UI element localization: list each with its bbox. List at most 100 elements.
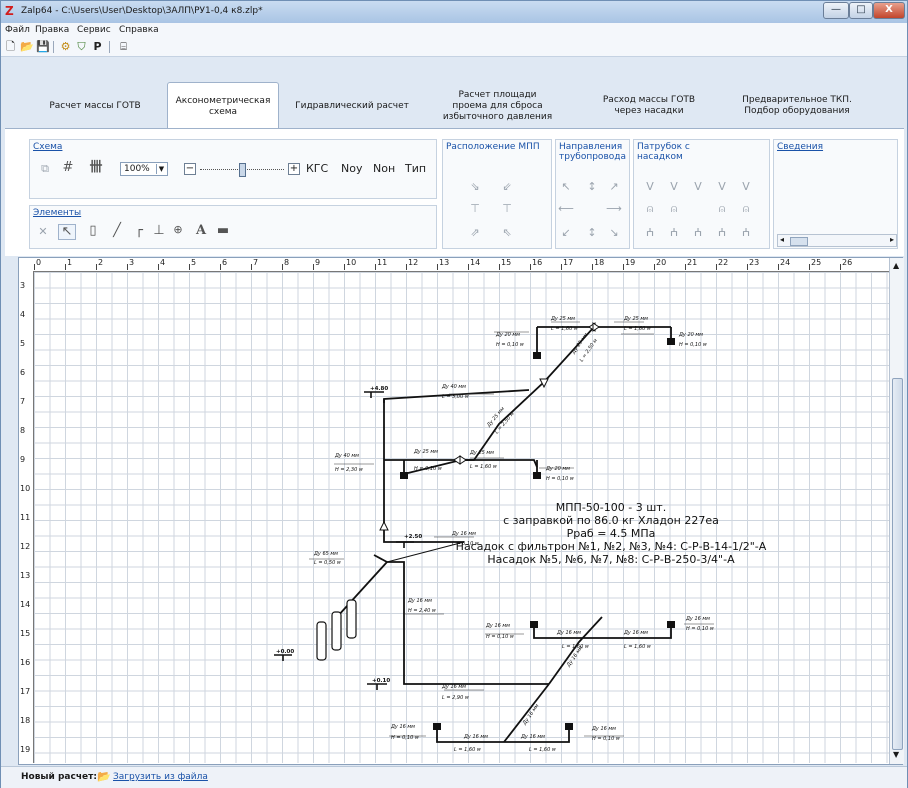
calc-icon[interactable]: ⚙: [59, 40, 72, 53]
arrow-down-icon[interactable]: ▼: [893, 750, 899, 759]
grid-icon[interactable]: #: [60, 161, 76, 175]
shield-icon[interactable]: ⛉: [75, 40, 88, 53]
info-scrollbar[interactable]: ◂ ▸: [777, 234, 897, 247]
mpp-down-right-icon[interactable]: ⊤: [499, 202, 515, 216]
save-icon[interactable]: 💾: [36, 40, 50, 53]
text-tool-icon[interactable]: A: [194, 224, 208, 238]
mpp-right-icon[interactable]: ⇙: [499, 180, 515, 194]
dir-nw-icon[interactable]: ↖: [558, 180, 574, 194]
svg-text:Ду 16 мм: Ду 16 мм: [591, 726, 616, 732]
menu-service[interactable]: Сервис: [77, 25, 111, 35]
level-label-low: +0.10: [372, 678, 390, 684]
group-elements-label[interactable]: Элементы: [33, 208, 81, 218]
dir-up-icon[interactable]: ↕: [584, 180, 600, 194]
nozzle-6-icon[interactable]: ⍝: [642, 202, 658, 216]
dir-down-icon[interactable]: ↕: [584, 226, 600, 240]
nozzle-7-icon[interactable]: ⍝: [666, 202, 682, 216]
group-mpp-location-label[interactable]: Расположение МПП: [446, 142, 551, 152]
svg-text:L = 1,60 м: L = 1,60 м: [454, 747, 481, 753]
svg-text:Ду 16 мм: Ду 16 мм: [407, 598, 432, 604]
nozzle-2-icon[interactable]: ⴸ: [666, 180, 682, 194]
ruler-h-tick: [127, 264, 128, 270]
info-scroll-thumb[interactable]: [790, 237, 808, 246]
title-bar: Z Zalp64 - C:\Users\User\Desktop\ЗАЛП\РУ…: [1, 1, 907, 23]
open-folder-icon[interactable]: 📂: [20, 40, 34, 53]
nozzle-1-icon[interactable]: ⴸ: [642, 180, 658, 194]
tab-gotv-mass[interactable]: Расчет массы ГОТВ: [35, 84, 155, 128]
dir-left-icon[interactable]: ⟵: [558, 202, 574, 216]
zoom-slider-thumb[interactable]: [239, 163, 246, 177]
nozzle-3-icon[interactable]: ⴸ: [690, 180, 706, 194]
mpp-diag-left-icon[interactable]: ⇗: [467, 226, 483, 240]
mpp-diag-right-icon[interactable]: ⇖: [499, 226, 515, 240]
open-folder-icon[interactable]: 📂: [97, 770, 111, 783]
ruler-h-tick: [840, 264, 841, 270]
zoom-out-button[interactable]: −: [184, 163, 196, 175]
ruler-v-label: 13: [20, 571, 31, 580]
group-schema: Схема ⧉ # 卌 100% ▼ − + КГС Nоу Nон Тип: [29, 139, 437, 199]
level-mark-icon[interactable]: ⊥: [152, 224, 166, 238]
elevation-icon[interactable]: ⊕: [170, 223, 186, 237]
group-nozzle-fitting-label[interactable]: Патрубок с насадком: [637, 142, 707, 162]
nozzle-14-icon[interactable]: ⵄ: [738, 226, 754, 240]
dir-right-icon[interactable]: ⟶: [606, 202, 622, 216]
nozzle-10-icon[interactable]: ⵄ: [642, 226, 658, 240]
arrow-up-icon[interactable]: ▲: [893, 261, 899, 270]
text-p-icon[interactable]: Р: [91, 40, 104, 53]
load-from-file-link[interactable]: Загрузить из файла: [113, 772, 208, 782]
dir-sw-icon[interactable]: ↙: [558, 226, 574, 240]
maximize-button[interactable]: □: [849, 2, 873, 19]
pipe-corner-icon[interactable]: ┌: [132, 224, 146, 238]
delete-icon[interactable]: ✕: [36, 225, 50, 239]
tee-4: [459, 455, 467, 465]
menu-edit[interactable]: Правка: [35, 25, 69, 35]
svg-text:L = 0,50 м: L = 0,50 м: [314, 560, 341, 566]
tab-preliminary-tkp[interactable]: Предварительное ТКП. Подбор оборудования: [727, 84, 867, 128]
minimize-button[interactable]: —: [823, 2, 849, 19]
close-button[interactable]: X: [873, 2, 905, 19]
columns-icon[interactable]: 卌: [88, 161, 104, 175]
ruler-h-label: 14: [470, 258, 481, 267]
zoom-in-button[interactable]: +: [288, 163, 300, 175]
group-schema-label[interactable]: Схема: [33, 142, 62, 152]
svg-text:H = 2,40 м: H = 2,40 м: [408, 608, 436, 614]
svg-text:Ду 25 мм: Ду 25 мм: [469, 450, 494, 456]
group-info-label[interactable]: Сведения: [777, 142, 823, 152]
zoom-select[interactable]: 100% ▼: [120, 162, 168, 176]
nozzle-13-icon[interactable]: ⵄ: [714, 226, 730, 240]
dir-se-icon[interactable]: ↘: [606, 226, 622, 240]
nozzle-11-icon[interactable]: ⵄ: [666, 226, 682, 240]
tab-hydraulic-calc[interactable]: Гидравлический расчет: [287, 84, 417, 128]
nozzle-5-icon[interactable]: ⴸ: [738, 180, 754, 194]
layout-icon[interactable]: ⌸: [117, 40, 130, 53]
nozzle-12-icon[interactable]: ⵄ: [690, 226, 706, 240]
nozzle-8-icon[interactable]: ⍝: [714, 202, 730, 216]
copy-icon[interactable]: ⧉: [38, 162, 52, 176]
vertical-scrollbar[interactable]: ▲ ▼: [889, 258, 904, 764]
nou-button[interactable]: Nоу: [341, 162, 362, 175]
vertical-scroll-thumb[interactable]: [892, 378, 903, 750]
arrow-right-icon[interactable]: ▸: [890, 235, 894, 244]
arrow-left-icon[interactable]: ◂: [780, 235, 784, 244]
tab-opening-area[interactable]: Расчет площади проема для сброса избыточ…: [440, 84, 555, 128]
non-button[interactable]: Nон: [373, 162, 395, 175]
mpp-down-left-icon[interactable]: ⊤: [467, 202, 483, 216]
nozzle-4-icon[interactable]: ⴸ: [714, 180, 730, 194]
nozzle-9-icon[interactable]: ⍝: [738, 202, 754, 216]
type-button[interactable]: Тип: [405, 162, 426, 175]
tab-axonometric-scheme[interactable]: Аксонометрическая схема: [167, 82, 279, 130]
pipe-line-icon[interactable]: ╱: [110, 224, 124, 238]
chevron-down-icon[interactable]: ▼: [156, 164, 166, 174]
menu-file[interactable]: Файл: [5, 25, 30, 35]
mpp-left-icon[interactable]: ⇘: [467, 180, 483, 194]
menu-help[interactable]: Справка: [119, 25, 159, 35]
ruler-h-label: 9: [315, 258, 321, 267]
new-file-icon[interactable]: 🗋: [4, 40, 17, 53]
cylinder-icon[interactable]: ▯: [86, 224, 100, 238]
group-pipe-direction-label[interactable]: Направления трубопровода: [559, 142, 629, 162]
pointer-icon[interactable]: ↖: [58, 224, 76, 240]
dir-ne-icon[interactable]: ↗: [606, 180, 622, 194]
tab-nozzle-flow[interactable]: Расход массы ГОТВ через насадки: [589, 84, 709, 128]
kgs-button[interactable]: КГС: [306, 162, 328, 175]
fill-block-icon[interactable]: ▬: [216, 224, 230, 238]
